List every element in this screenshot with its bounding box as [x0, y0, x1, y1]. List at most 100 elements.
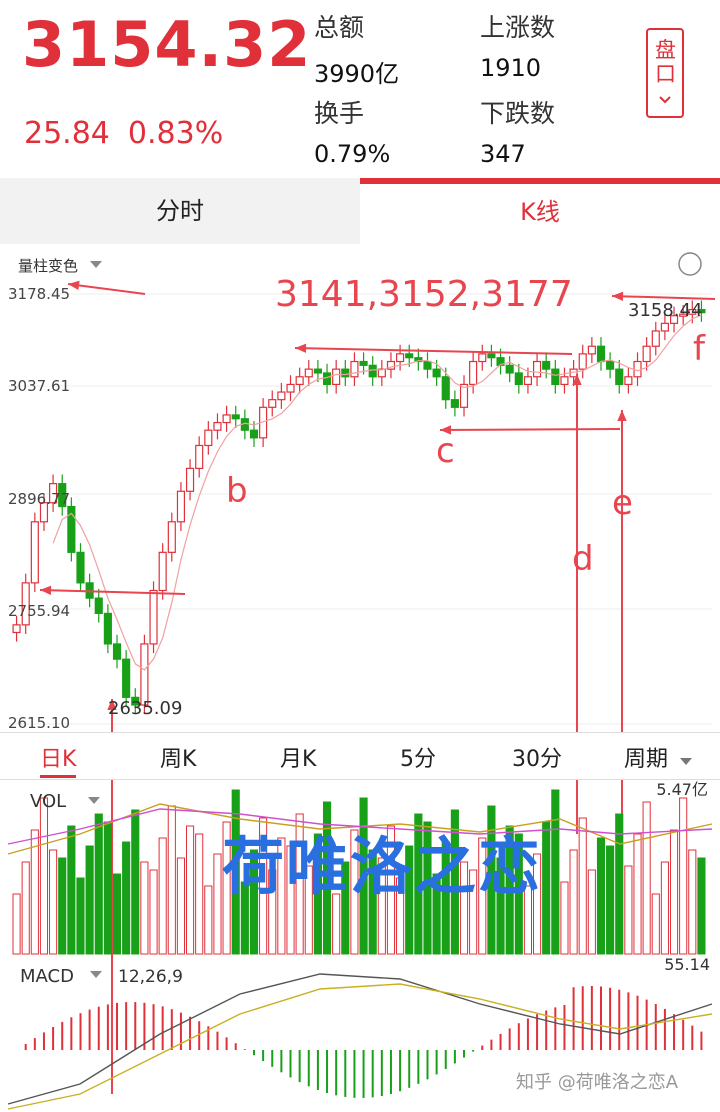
candle — [441, 376, 450, 401]
credit-text: 知乎 @荷唯洛之恋A — [516, 1072, 679, 1093]
down-count-label: 下跌数 — [480, 99, 556, 128]
volume-bar — [158, 837, 167, 955]
volume-bar — [542, 821, 551, 955]
volume-bar — [186, 825, 195, 955]
candle — [578, 353, 587, 370]
period-day[interactable]: 日K — [40, 741, 77, 778]
y-axis-label: 2755.94 — [8, 602, 70, 620]
volume-bar — [660, 861, 669, 955]
candle — [560, 376, 569, 386]
candle — [249, 429, 259, 439]
volume-bar — [679, 797, 688, 955]
volume-bar — [551, 789, 560, 955]
volume-bar — [49, 849, 58, 955]
candle — [642, 345, 651, 363]
volume-bar — [697, 857, 706, 955]
candle — [551, 368, 560, 386]
vol-label: VOL — [30, 791, 66, 812]
candle — [195, 444, 204, 469]
candle — [30, 521, 39, 584]
candle — [94, 597, 103, 614]
turnover-label: 换手 — [314, 99, 365, 128]
candle — [122, 658, 131, 698]
vol-max-label: 5.47亿 — [656, 780, 708, 799]
volume-bar — [615, 813, 624, 955]
candle — [204, 429, 213, 447]
volume-bar — [560, 881, 569, 955]
candle — [176, 490, 186, 523]
quote-header: 3154.32 25.84 0.83% 总额 3990亿 换手 0.79% 上涨数… — [0, 0, 720, 178]
candle — [396, 353, 405, 363]
candle — [185, 467, 195, 492]
candle — [469, 360, 478, 386]
period-5min[interactable]: 5分 — [400, 741, 436, 773]
low-price-label: 2635.09 — [108, 698, 182, 719]
tab-kline[interactable]: K线 — [360, 178, 720, 244]
candle — [295, 376, 304, 386]
pankou-button[interactable]: 盘口 — [646, 28, 684, 118]
candle — [341, 368, 350, 378]
candle — [423, 360, 432, 370]
candle — [304, 368, 313, 378]
mark-e: e — [612, 483, 633, 523]
candle — [322, 372, 332, 386]
volume-bar — [587, 869, 596, 955]
candle — [542, 360, 551, 370]
annotation-levels: 3141,3152,3177 — [275, 274, 573, 315]
volume-bar — [94, 813, 103, 955]
candle — [167, 521, 176, 553]
volume-bar — [167, 805, 176, 955]
up-count-value: 1910 — [480, 54, 542, 82]
triangle-down-icon — [90, 971, 102, 978]
turnover-value: 0.79% — [314, 140, 391, 168]
candle — [76, 551, 85, 584]
candle — [231, 414, 240, 420]
candle — [359, 360, 368, 366]
volume-bar — [642, 801, 651, 955]
period-month[interactable]: 月K — [280, 741, 316, 773]
candle — [405, 353, 414, 359]
period-week[interactable]: 周K — [160, 741, 196, 773]
candle — [368, 364, 377, 378]
volume-bar — [39, 797, 49, 955]
total-amount-value: 3990亿 — [314, 60, 400, 88]
volume-bar — [204, 885, 213, 955]
volume-bar — [122, 841, 131, 955]
mark-f: f — [693, 329, 706, 369]
volume-bar — [669, 829, 679, 955]
volume-bar — [85, 845, 94, 955]
candle — [277, 391, 286, 401]
chevron-down-icon — [659, 96, 671, 104]
candle — [286, 383, 295, 393]
pankou-label: 盘口 — [655, 38, 676, 86]
period-30min[interactable]: 30分 — [512, 741, 562, 773]
period-selector: 日K 周K 月K 5分 30分 周期 — [0, 732, 720, 780]
triangle-down-icon — [680, 758, 693, 765]
volume-bar — [30, 829, 39, 955]
up-count-label: 上涨数 — [480, 13, 556, 42]
triangle-down-icon — [88, 797, 100, 804]
candle — [268, 399, 277, 408]
candle — [532, 360, 542, 378]
down-count-value: 347 — [480, 140, 526, 168]
vol-color-toggle: 量柱变色 — [18, 257, 78, 275]
candle — [158, 551, 167, 592]
volume-bar — [578, 817, 587, 955]
volume-bar — [633, 833, 642, 955]
mark-b: b — [226, 471, 248, 511]
candle — [103, 612, 112, 645]
period-cycle[interactable]: 周期 — [624, 741, 693, 773]
tab-fenshi[interactable]: 分时 — [0, 178, 360, 244]
candle — [523, 376, 533, 386]
volume-bar — [651, 893, 660, 955]
volume-bar — [176, 857, 186, 955]
candle — [487, 353, 496, 359]
candle — [505, 364, 514, 374]
watermark-text: 荷唯洛之恋 — [222, 830, 543, 903]
candle — [332, 368, 341, 386]
kline-chart[interactable]: 3141,3152,3177abcdef 3178.453037.612896.… — [0, 244, 720, 1112]
candle — [633, 360, 642, 378]
volume-bar — [606, 845, 615, 955]
index-price: 3154.32 — [22, 8, 312, 81]
y-axis-label: 2896.77 — [8, 490, 70, 508]
